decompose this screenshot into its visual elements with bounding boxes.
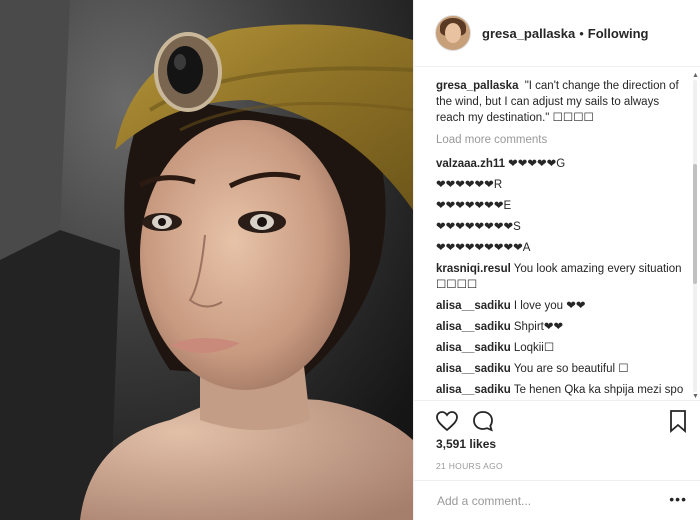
- comment-text: I love you ❤❤: [513, 300, 586, 312]
- comment-username[interactable]: alisa__sadiku: [436, 342, 511, 354]
- comment-row: ❤❤❤❤❤❤❤❤❤A: [436, 240, 686, 256]
- comment-username[interactable]: alisa__sadiku: [436, 363, 511, 375]
- comment-username[interactable]: alisa__sadiku: [436, 321, 511, 333]
- comment-text: ❤❤❤❤❤G: [508, 158, 566, 170]
- post-header: gresa_pallaska • Following: [414, 0, 700, 67]
- post-timestamp[interactable]: 21 HOURS AGO: [436, 461, 503, 471]
- comment-text: Loqkii☐: [513, 342, 555, 354]
- comment-row: ❤❤❤❤❤❤❤E: [436, 198, 686, 214]
- comment-username[interactable]: alisa__sadiku: [436, 300, 511, 312]
- comment-text: You are so beautiful ☐: [513, 363, 629, 375]
- avatar[interactable]: [435, 15, 471, 51]
- comment-bubble-icon[interactable]: [471, 409, 495, 433]
- scroll-up-arrow-icon[interactable]: ▲: [692, 72, 699, 79]
- comment-username[interactable]: valzaaa.zh11: [436, 158, 505, 170]
- comment-text: ❤❤❤❤❤❤R: [436, 179, 503, 191]
- load-more-comments-button[interactable]: Load more comments: [436, 132, 686, 148]
- comments-scrollbar[interactable]: ▲ ▼: [692, 72, 699, 400]
- comment-username[interactable]: alisa__sadiku: [436, 384, 511, 396]
- caption: gresa_pallaska "I can't change the direc…: [436, 78, 686, 126]
- comments-list[interactable]: gresa_pallaska "I can't change the direc…: [436, 78, 686, 400]
- add-comment-bar: •••: [414, 480, 700, 520]
- post-detail-panel: gresa_pallaska • Following gresa_pallask…: [413, 0, 700, 520]
- comment-text: ❤❤❤❤❤❤❤❤S: [436, 221, 521, 233]
- comment-row: alisa__sadiku You are so beautiful ☐: [436, 361, 686, 377]
- comment-row: valzaaa.zh11 ❤❤❤❤❤G: [436, 156, 686, 172]
- comment-username[interactable]: krasniqi.resul: [436, 263, 511, 275]
- comment-text: ❤❤❤❤❤❤❤E: [436, 200, 512, 212]
- follow-status-button[interactable]: Following: [588, 26, 649, 41]
- instagram-post-view: gresa_pallaska • Following gresa_pallask…: [0, 0, 700, 520]
- comment-row: alisa__sadiku Loqkii☐: [436, 340, 686, 356]
- comment-row: krasniqi.resul You look amazing every sit…: [436, 261, 686, 293]
- post-photo[interactable]: [0, 0, 413, 520]
- comment-row: alisa__sadiku Te henen Qka ka shpija mezi…: [436, 382, 686, 400]
- separator-dot: •: [579, 25, 584, 41]
- comment-row: ❤❤❤❤❤❤❤❤S: [436, 219, 686, 235]
- username-link[interactable]: gresa_pallaska: [482, 26, 575, 41]
- comment-input[interactable]: [435, 493, 659, 509]
- comment-row: ❤❤❤❤❤❤R: [436, 177, 686, 193]
- bookmark-icon[interactable]: [666, 409, 690, 433]
- comment-text: Shpirt❤❤: [513, 321, 564, 333]
- likes-count[interactable]: 3,591 likes: [436, 437, 496, 451]
- comment-text: ❤❤❤❤❤❤❤❤❤A: [436, 242, 531, 254]
- more-options-icon[interactable]: •••: [669, 491, 687, 507]
- caption-username[interactable]: gresa_pallaska: [436, 80, 518, 92]
- heart-icon[interactable]: [435, 409, 459, 433]
- comment-row: alisa__sadiku Shpirt❤❤: [436, 319, 686, 335]
- scrollbar-thumb[interactable]: [693, 164, 697, 284]
- scroll-down-arrow-icon[interactable]: ▼: [692, 393, 699, 400]
- portrait-image: [0, 0, 413, 520]
- comment-row: alisa__sadiku I love you ❤❤: [436, 298, 686, 314]
